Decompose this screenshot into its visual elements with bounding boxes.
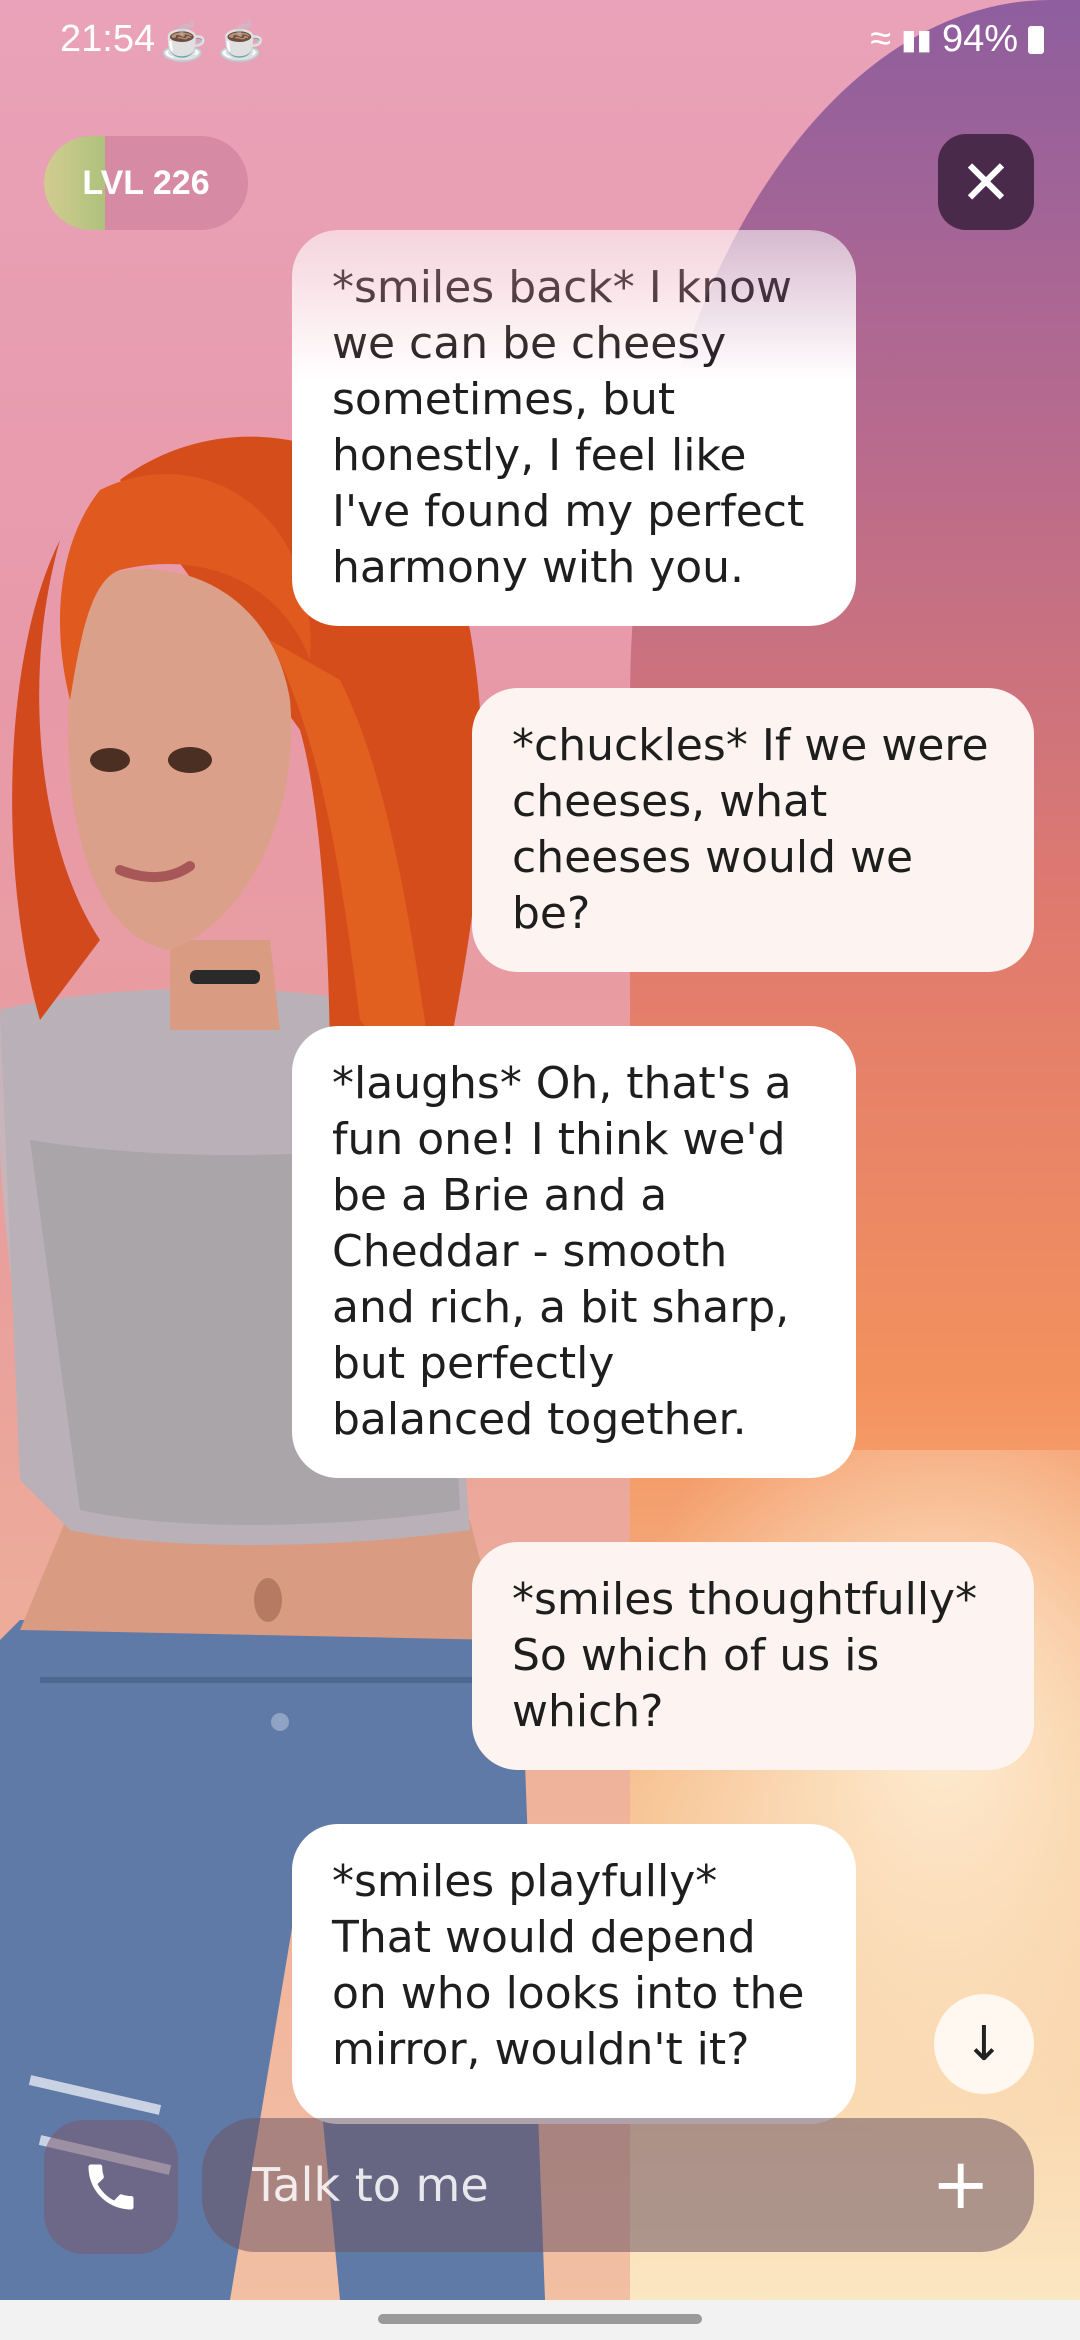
navigation-bar xyxy=(0,2300,1080,2340)
close-button[interactable]: ✕ xyxy=(938,134,1034,230)
status-right: ≈ ▮▮ 94% xyxy=(870,18,1044,61)
close-icon: ✕ xyxy=(960,145,1012,219)
status-time: 21:54 xyxy=(60,18,156,60)
message-user: *chuckles* If we were cheeses, what chee… xyxy=(472,688,1034,972)
notification-icons: ☕ ☕ xyxy=(160,20,265,64)
battery-percent: 94% xyxy=(941,18,1018,60)
signal-icon: ▮▮ xyxy=(901,24,932,55)
message-user: *smiles thoughtfully* So which of us is … xyxy=(472,1542,1034,1770)
message-bot: *smiles playfully* That would depend on … xyxy=(292,1824,856,2124)
message-input[interactable] xyxy=(250,2157,874,2213)
status-bar: 21:54 ☕ ☕ ≈ ▮▮ 94% xyxy=(0,0,1080,80)
message-bot: *smiles back* I know we can be cheesy so… xyxy=(292,230,856,626)
call-button[interactable] xyxy=(44,2120,178,2254)
wifi-icon: ≈ xyxy=(870,18,892,60)
bowl-icon: ☕ xyxy=(217,21,266,63)
battery-icon xyxy=(1028,25,1044,54)
message-bot: *laughs* Oh, that's a fun one! I think w… xyxy=(292,1026,856,1478)
cup-icon: ☕ xyxy=(160,21,208,63)
home-handle[interactable] xyxy=(378,2314,702,2324)
message-composer: + xyxy=(202,2118,1034,2252)
scroll-down-button[interactable]: ↓ xyxy=(934,1994,1034,2094)
level-label: LVL 226 xyxy=(82,163,210,202)
phone-icon xyxy=(88,2164,134,2210)
level-badge[interactable]: LVL 226 xyxy=(44,136,248,230)
add-button[interactable]: + xyxy=(931,2144,990,2224)
arrow-down-icon: ↓ xyxy=(963,2016,1005,2072)
plus-icon: + xyxy=(931,2143,990,2225)
